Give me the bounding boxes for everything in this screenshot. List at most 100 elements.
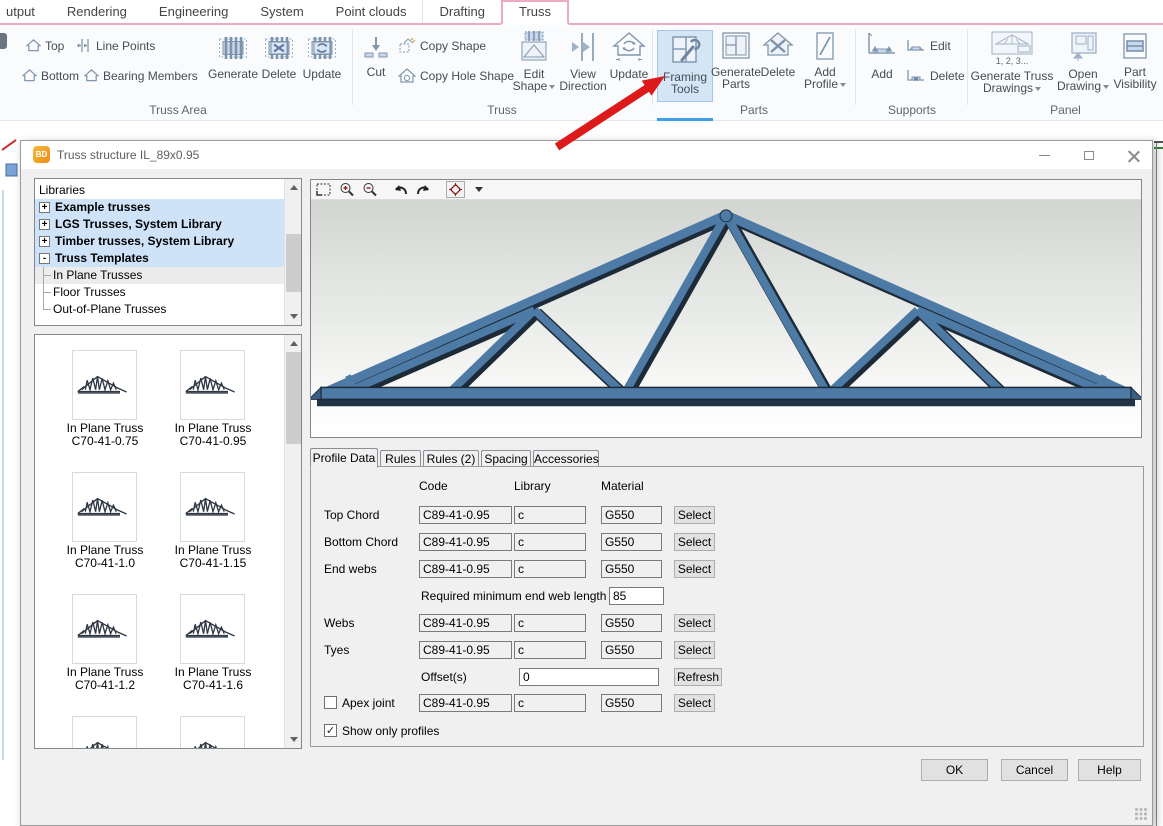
- expander-icon[interactable]: +: [39, 236, 50, 247]
- ribbon-tab-system[interactable]: System: [244, 0, 319, 23]
- select-button[interactable]: Select: [674, 506, 715, 524]
- tree-item-in-plane-trusses[interactable]: In Plane Trusses: [35, 267, 284, 284]
- ribbon-tab-output[interactable]: utput: [0, 0, 51, 23]
- tab-rules-2[interactable]: Rules (2): [423, 450, 479, 467]
- thumbnail-caption[interactable]: In Plane TrussC70-41-0.75: [45, 422, 165, 448]
- bearing-members-button[interactable]: Bearing Members: [84, 68, 198, 83]
- material-field[interactable]: [601, 533, 662, 551]
- cancel-button[interactable]: Cancel: [1001, 759, 1068, 781]
- truss-thumbnail[interactable]: [180, 472, 245, 542]
- add-profile-button[interactable]: Add Profile: [800, 31, 850, 90]
- rotate-right-icon[interactable]: [415, 182, 432, 198]
- show-only-profiles-checkbox[interactable]: ✓: [324, 724, 337, 737]
- tree-item-truss-templates[interactable]: - Truss Templates: [35, 250, 284, 267]
- truss-area-bottom-button[interactable]: Bottom: [22, 68, 79, 83]
- tree-item-example-trusses[interactable]: + Example trusses: [35, 199, 284, 216]
- thumbnail-caption[interactable]: In Plane TrussC70-41-1.6: [153, 666, 273, 692]
- truss-thumbnail[interactable]: [180, 350, 245, 420]
- maximize-button[interactable]: [1074, 141, 1104, 169]
- view-direction-button[interactable]: View Direction: [556, 31, 610, 92]
- truss-thumbnail[interactable]: [180, 594, 245, 664]
- material-field[interactable]: [601, 560, 662, 578]
- rotate-left-icon[interactable]: [392, 182, 409, 198]
- library-field[interactable]: [514, 506, 586, 524]
- zoom-out-icon[interactable]: [361, 182, 378, 198]
- resize-grip[interactable]: [1135, 808, 1148, 821]
- minimize-button[interactable]: [1029, 141, 1059, 169]
- tab-profile-data[interactable]: Profile Data: [310, 448, 378, 468]
- supports-delete-button[interactable]: Delete: [906, 68, 965, 84]
- select-button[interactable]: Select: [674, 694, 715, 712]
- library-field[interactable]: [514, 641, 586, 659]
- library-field[interactable]: [514, 533, 586, 551]
- supports-add-button[interactable]: Add: [862, 31, 902, 80]
- scrollbar-thumb[interactable]: [286, 352, 301, 444]
- truss-update-button[interactable]: Update: [606, 31, 652, 80]
- offsets-input[interactable]: [519, 668, 659, 686]
- generate-truss-drawings-button[interactable]: 1, 2, 3... Generate Truss Drawings: [968, 31, 1056, 94]
- tab-accessories[interactable]: Accessories: [533, 450, 599, 467]
- select-button[interactable]: Select: [674, 614, 715, 632]
- refresh-button[interactable]: Refresh: [674, 668, 722, 686]
- min-end-web-input[interactable]: [609, 587, 664, 605]
- select-button[interactable]: Select: [674, 533, 715, 551]
- truss-area-generate-button[interactable]: Generate: [208, 33, 258, 80]
- code-field[interactable]: [419, 694, 512, 712]
- cut-button[interactable]: Cut: [360, 35, 392, 78]
- scrollbar-thumb[interactable]: [286, 234, 301, 292]
- edit-shape-button[interactable]: Edit Shape: [510, 31, 558, 92]
- line-points-button[interactable]: Line Points: [76, 38, 155, 53]
- code-field[interactable]: [419, 614, 512, 632]
- code-field[interactable]: [419, 641, 512, 659]
- tree-item-out-of-plane-trusses[interactable]: Out-of-Plane Trusses: [35, 301, 284, 318]
- library-field[interactable]: [514, 560, 586, 578]
- truss-area-top-button[interactable]: Top: [26, 38, 64, 53]
- tree-item-lgs-trusses[interactable]: + LGS Trusses, System Library: [35, 216, 284, 233]
- truss-area-delete-button[interactable]: Delete: [258, 33, 300, 80]
- ribbon-tab-drafting[interactable]: Drafting: [422, 0, 501, 23]
- truss-thumbnail[interactable]: [72, 594, 137, 664]
- library-field[interactable]: [514, 614, 586, 632]
- truss-thumbnail[interactable]: [72, 716, 137, 749]
- select-button[interactable]: Select: [674, 641, 715, 659]
- part-visibility-button[interactable]: Part Visibility: [1108, 31, 1162, 90]
- scroll-up-arrow[interactable]: [285, 179, 302, 196]
- view-options-dropdown-icon[interactable]: [471, 182, 488, 198]
- scroll-up-arrow[interactable]: [285, 335, 302, 352]
- truss-area-update-button[interactable]: Update: [300, 33, 344, 80]
- expander-icon[interactable]: -: [39, 253, 50, 264]
- thumbnail-caption[interactable]: In Plane TrussC70-41-1.15: [153, 544, 273, 570]
- ribbon-tab-engineering[interactable]: Engineering: [143, 0, 244, 23]
- close-button[interactable]: [1119, 141, 1149, 169]
- thumbnail-caption[interactable]: In Plane TrussC70-41-0.95: [153, 422, 273, 448]
- scroll-down-arrow[interactable]: [285, 731, 302, 748]
- tree-item-floor-trusses[interactable]: Floor Trusses: [35, 284, 284, 301]
- expander-icon[interactable]: +: [39, 202, 50, 213]
- ribbon-tab-point-clouds[interactable]: Point clouds: [320, 0, 423, 23]
- tree-item-timber-trusses[interactable]: + Timber trusses, System Library: [35, 233, 284, 250]
- help-button[interactable]: Help: [1078, 759, 1141, 781]
- zoom-in-icon[interactable]: [338, 182, 355, 198]
- open-drawing-button[interactable]: Open Drawing: [1052, 31, 1114, 92]
- ok-button[interactable]: OK: [921, 759, 988, 781]
- material-field[interactable]: [601, 614, 662, 632]
- parts-delete-button[interactable]: Delete: [756, 31, 800, 78]
- supports-edit-button[interactable]: Edit: [906, 38, 951, 54]
- dialog-title-bar[interactable]: BD Truss structure IL_89x0.95: [21, 141, 1152, 169]
- material-field[interactable]: [601, 641, 662, 659]
- fit-view-icon[interactable]: [315, 182, 332, 198]
- select-button[interactable]: Select: [674, 560, 715, 578]
- code-field[interactable]: [419, 506, 512, 524]
- tree-scrollbar[interactable]: [284, 179, 301, 325]
- expander-icon[interactable]: +: [39, 219, 50, 230]
- library-field[interactable]: [514, 694, 586, 712]
- truss-thumbnail[interactable]: [72, 472, 137, 542]
- ribbon-tab-rendering[interactable]: Rendering: [51, 0, 143, 23]
- apex-joint-checkbox[interactable]: [324, 696, 337, 709]
- copy-shape-button[interactable]: Copy Shape: [398, 38, 486, 54]
- thumbnail-caption[interactable]: In Plane TrussC70-41-1.2: [45, 666, 165, 692]
- truss-thumbnail[interactable]: [180, 716, 245, 749]
- center-view-icon[interactable]: [446, 181, 465, 198]
- truss-thumbnail[interactable]: [72, 350, 137, 420]
- tab-spacing[interactable]: Spacing: [481, 450, 531, 467]
